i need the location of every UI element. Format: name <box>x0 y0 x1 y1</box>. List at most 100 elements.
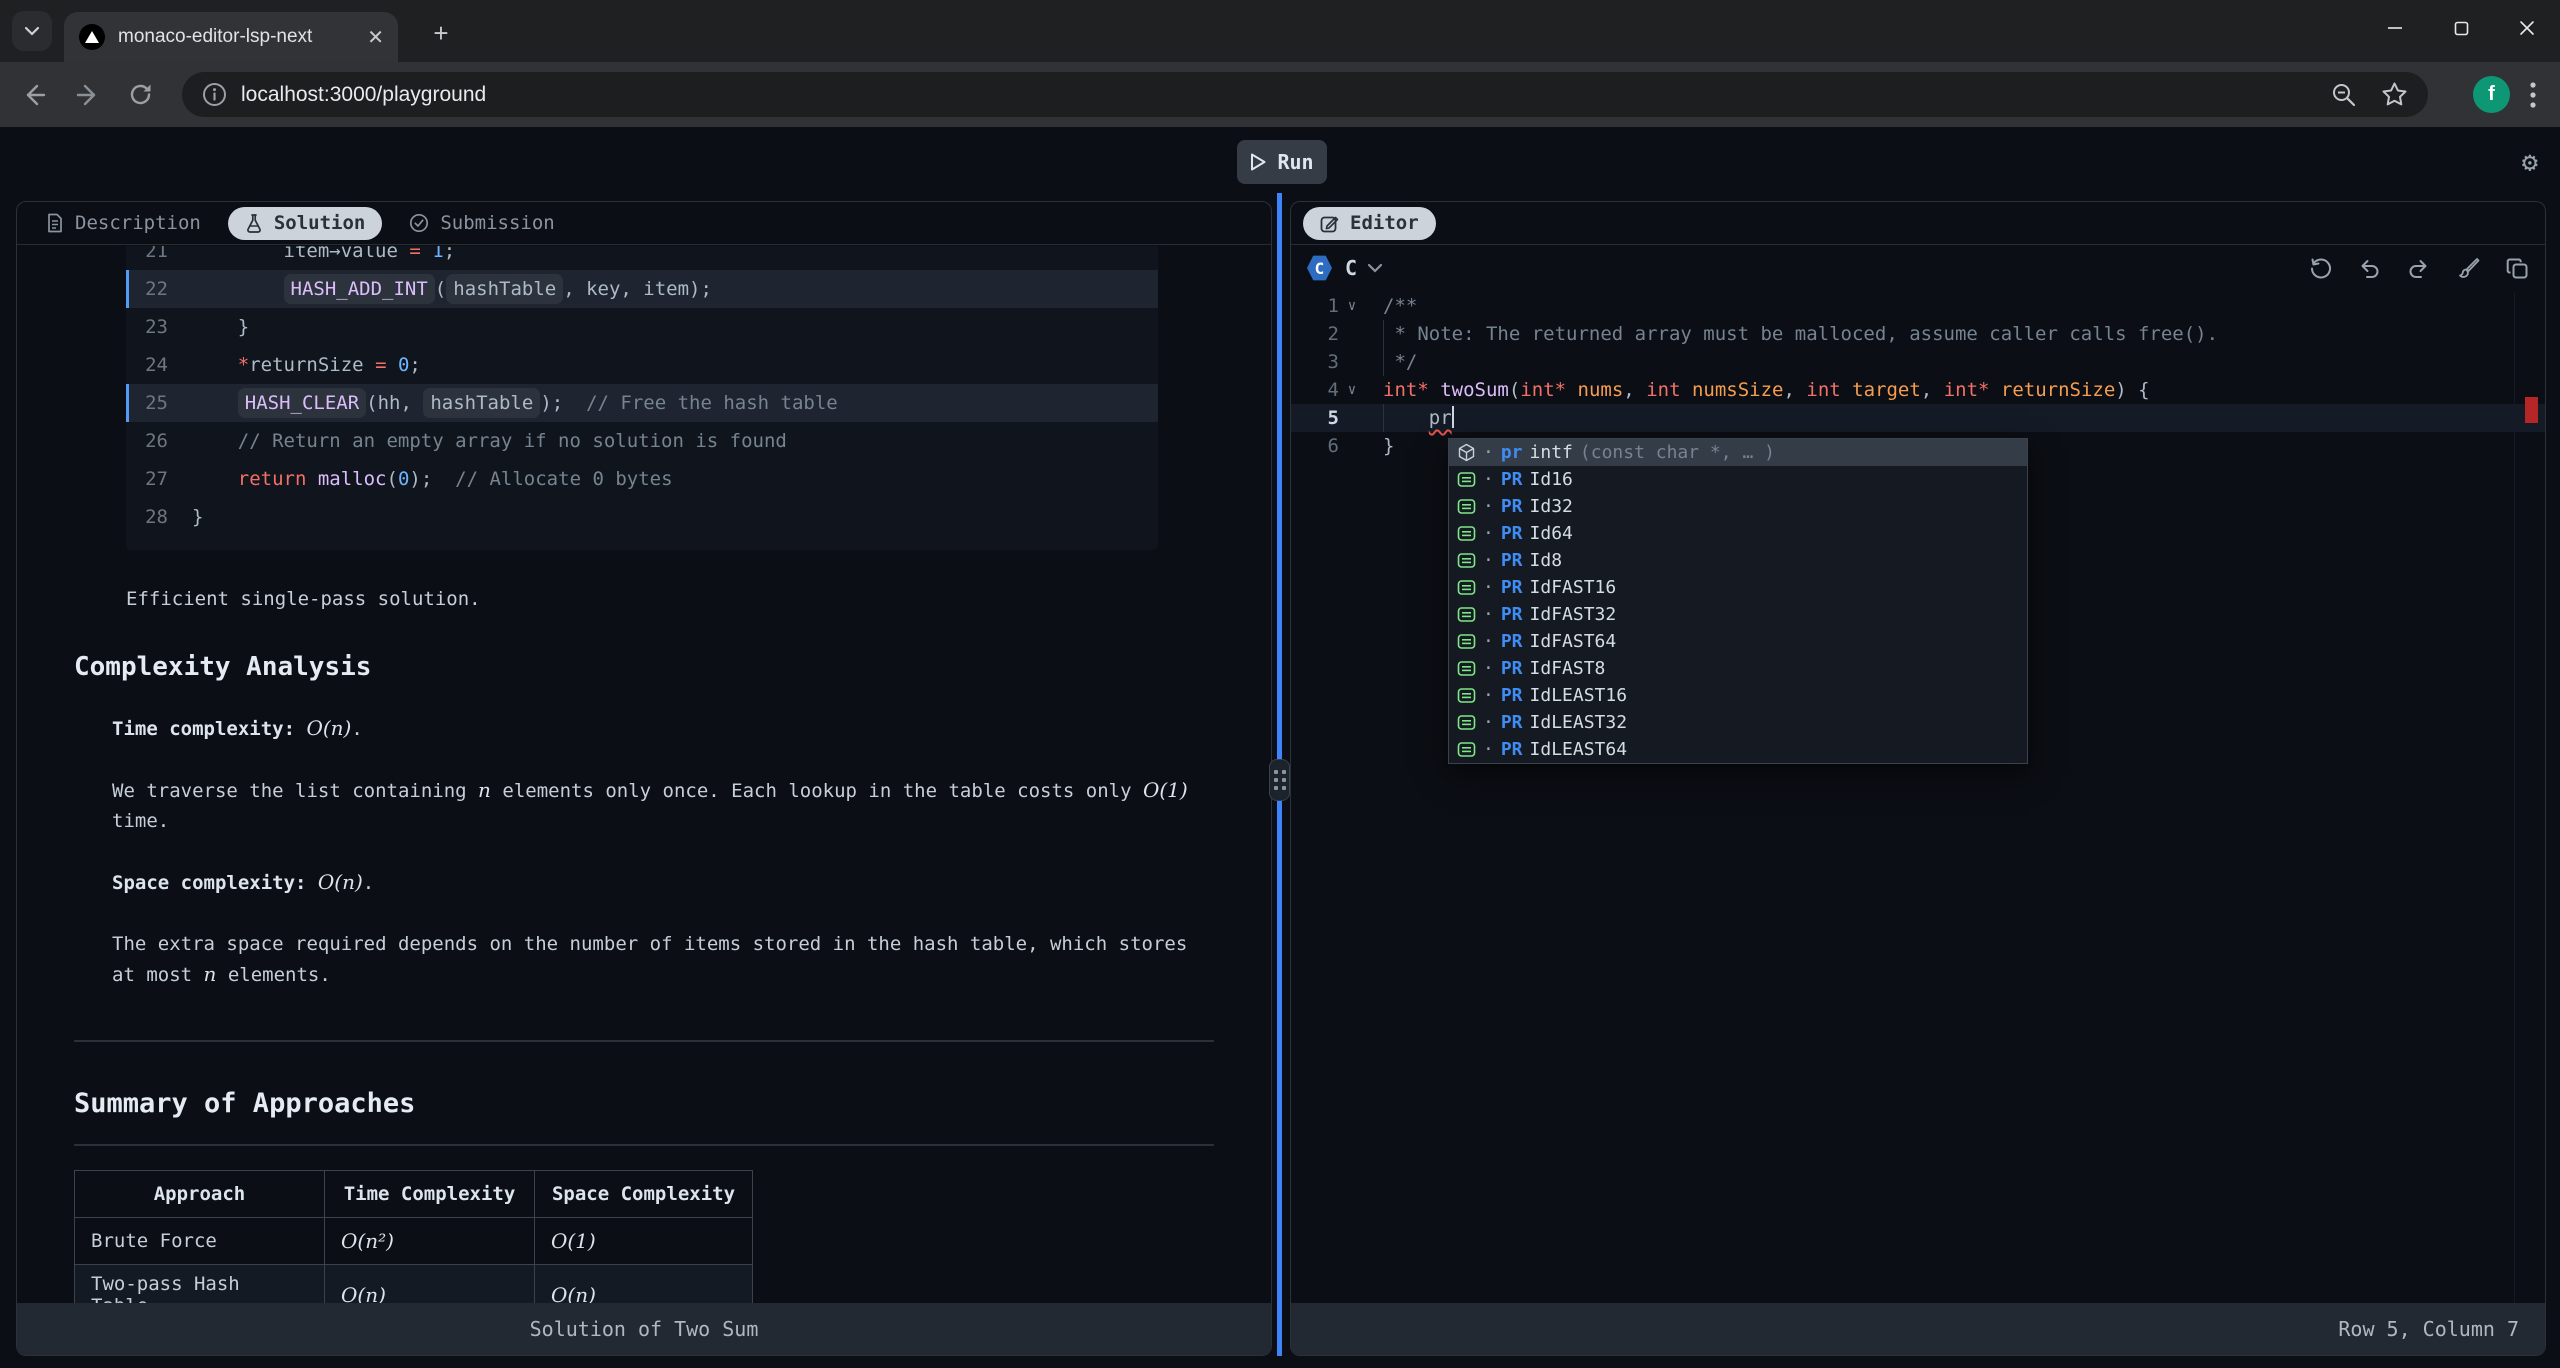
solution-code-line-27: 27 return malloc(0); // Allocate 0 bytes <box>126 460 1158 498</box>
suggest-item-PRIdFAST32[interactable]: ·PRIdFAST32 <box>1449 601 2027 628</box>
left-panel-footer: Solution of Two Sum <box>17 1303 1271 1355</box>
tab-search-button[interactable] <box>12 11 52 51</box>
copy-icon[interactable] <box>2506 257 2529 280</box>
suggest-item-PRId16[interactable]: ·PRId16 <box>1449 466 2027 493</box>
format-brush-icon[interactable] <box>2456 256 2480 280</box>
paragraph: Efficient single-pass solution. <box>126 588 1214 610</box>
solution-markdown: Efficient single-pass solution. Complexit… <box>74 588 1214 1146</box>
play-icon <box>1250 153 1266 171</box>
solution-code-line-25: 25 HASH_CLEAR(hh, hashTable); // Free th… <box>126 384 1158 422</box>
paragraph: We traverse the list containing n elemen… <box>112 775 1190 836</box>
editor-line-3[interactable]: 3 */ <box>1291 348 2545 376</box>
text-cursor <box>1452 406 1454 428</box>
window-close-button[interactable] <box>2494 0 2560 56</box>
workspace: Description Solution Submission 21 item→va… <box>16 201 2546 1356</box>
suggest-item-PRId32[interactable]: ·PRId32 <box>1449 493 2027 520</box>
text-snippet-icon <box>1457 524 1476 543</box>
suggest-item-PRIdLEAST32[interactable]: ·PRIdLEAST32 <box>1449 709 2027 736</box>
solution-code-line-21: 21 item→value = 1; <box>126 246 1158 270</box>
language-chevron-down-icon[interactable] <box>1367 263 1383 273</box>
table-header: Time Complexity <box>325 1171 535 1218</box>
table-row: Two-pass Hash TableO(n)O(n) <box>75 1265 753 1304</box>
window-maximize-button[interactable] <box>2428 0 2494 56</box>
editor-line-5[interactable]: 5 pr <box>1291 404 2545 432</box>
suggest-item-PRIdLEAST64[interactable]: ·PRIdLEAST64 <box>1449 736 2027 763</box>
suggest-item-printf[interactable]: ·printf(const char *, … ) <box>1449 439 2027 466</box>
bookmark-star-icon[interactable] <box>2381 81 2408 108</box>
text-snippet-icon <box>1457 551 1476 570</box>
editor-line-1[interactable]: 1∨/** <box>1291 292 2545 320</box>
forward-button[interactable] <box>68 75 108 115</box>
settings-gear-icon[interactable]: ⚙ <box>2522 147 2538 178</box>
left-panel-tabs: Description Solution Submission <box>17 202 1271 245</box>
paragraph: Space complexity: O(n). <box>112 867 1190 898</box>
solution-code-line-23: 23 } <box>126 308 1158 346</box>
profile-avatar[interactable]: f <box>2473 76 2510 113</box>
suggest-item-PRIdFAST16[interactable]: ·PRIdFAST16 <box>1449 574 2027 601</box>
section-heading: Complexity Analysis <box>74 652 1214 682</box>
check-circle-icon <box>409 213 429 233</box>
text-snippet-icon <box>1457 740 1476 759</box>
tab-solution[interactable]: Solution <box>228 207 383 240</box>
editor-line-2[interactable]: 2 * Note: The returned array must be mal… <box>1291 320 2545 348</box>
tab-editor[interactable]: Editor <box>1303 207 1436 240</box>
tab-submission[interactable]: Submission <box>392 207 571 240</box>
table-cell: O(1) <box>535 1218 753 1265</box>
tab-close-icon[interactable]: ✕ <box>367 25 384 50</box>
site-info-icon[interactable] <box>202 82 227 107</box>
new-tab-button[interactable]: + <box>424 16 458 50</box>
table-header: Space Complexity <box>535 1171 753 1218</box>
split-drag-handle[interactable] <box>1269 759 1290 801</box>
browser-menu-kebab-icon[interactable] <box>2514 76 2552 114</box>
text-snippet-icon <box>1457 605 1476 624</box>
solution-code-line-24: 24 *returnSize = 0; <box>126 346 1158 384</box>
suggest-item-PRIdLEAST16[interactable]: ·PRIdLEAST16 <box>1449 682 2027 709</box>
browser-tab[interactable]: monaco-editor-lsp-next ✕ <box>64 12 398 62</box>
text-snippet-icon <box>1457 497 1476 516</box>
back-button[interactable] <box>14 75 54 115</box>
left-footer-text: Solution of Two Sum <box>530 1317 759 1341</box>
chevron-down-icon <box>24 26 40 36</box>
suggest-item-PRIdFAST64[interactable]: ·PRIdFAST64 <box>1449 628 2027 655</box>
redo-icon[interactable] <box>2407 257 2430 280</box>
edit-pencil-icon <box>1320 214 1339 233</box>
table-cell: O(n) <box>325 1265 535 1304</box>
suggest-item-PRId8[interactable]: ·PRId8 <box>1449 547 2027 574</box>
document-icon <box>46 213 64 233</box>
text-snippet-icon <box>1457 686 1476 705</box>
table-cell: Two-pass Hash Table <box>75 1265 325 1304</box>
reload-button[interactable] <box>120 75 160 115</box>
editor-line-4[interactable]: 4∨int* twoSum(int* nums, int numsSize, i… <box>1291 376 2545 404</box>
tab-description[interactable]: Description <box>29 207 218 240</box>
solution-document[interactable]: 21 item→value = 1;22 HASH_ADD_INT(hashTa… <box>17 246 1271 1303</box>
cursor-position-text: Row 5, Column 7 <box>2338 1317 2519 1341</box>
editor-toolbar: C C <box>1291 245 2545 291</box>
site-favicon-icon <box>79 24 105 50</box>
text-snippet-icon <box>1457 470 1476 489</box>
table-cell: O(n) <box>535 1265 753 1304</box>
paragraph: The extra space required depends on the … <box>112 929 1190 990</box>
autocomplete-dropdown: ·printf(const char *, … )·PRId16·PRId32·… <box>1448 438 2028 764</box>
app-header: Run ⚙ <box>0 127 2560 201</box>
window-minimize-button[interactable] <box>2362 0 2428 56</box>
solution-code-line-22: 22 HASH_ADD_INT(hashTable, key, item); <box>126 270 1158 308</box>
table-header: Approach <box>75 1171 325 1218</box>
zoom-out-icon[interactable] <box>2331 82 2357 108</box>
editor-panel-tabs: Editor <box>1291 202 2545 245</box>
url-bar[interactable]: localhost:3000/playground <box>182 72 2428 117</box>
flask-icon <box>245 213 263 233</box>
url-text[interactable]: localhost:3000/playground <box>241 83 2317 107</box>
suggest-item-PRId64[interactable]: ·PRId64 <box>1449 520 2027 547</box>
tab-editor-label: Editor <box>1350 212 1419 234</box>
summary-table: ApproachTime ComplexitySpace Complexity B… <box>74 1170 753 1303</box>
section-heading: Summary of Approaches <box>74 1088 1214 1146</box>
table-cell: O(n²) <box>325 1218 535 1265</box>
browser-tabstrip: monaco-editor-lsp-next ✕ + <box>0 0 2560 62</box>
reset-icon[interactable] <box>2309 257 2332 280</box>
text-snippet-icon <box>1457 578 1476 597</box>
undo-icon[interactable] <box>2358 257 2381 280</box>
suggest-item-PRIdFAST8[interactable]: ·PRIdFAST8 <box>1449 655 2027 682</box>
code-editor[interactable]: 1∨/**2 * Note: The returned array must b… <box>1291 292 2545 1303</box>
table-cell: Brute Force <box>75 1218 325 1265</box>
run-button[interactable]: Run <box>1237 140 1327 184</box>
